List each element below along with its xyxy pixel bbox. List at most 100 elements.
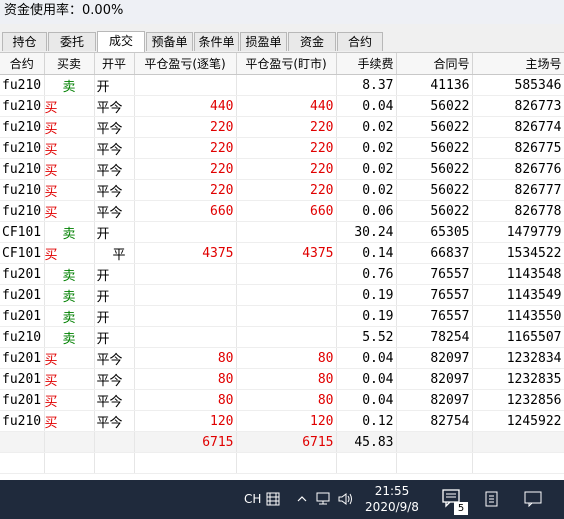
col-header-contract-no[interactable]: 合同号 xyxy=(396,53,473,75)
table-row[interactable]: fu201 卖开 0.19 76557 1143549 xyxy=(0,284,564,306)
volume-icon[interactable] xyxy=(338,491,354,510)
totals-cell-match-no xyxy=(472,431,564,453)
cell-contract-no: 82754 xyxy=(396,410,473,432)
cell-pnl-mark: 80 xyxy=(236,389,337,411)
cell-contract: fu210 xyxy=(0,158,45,180)
tab-preorders[interactable]: 预备单 xyxy=(146,32,193,51)
cell-side: 卖 xyxy=(44,74,95,96)
tab-stop-orders[interactable]: 损盈单 xyxy=(240,32,287,51)
cell-contract-no: 56022 xyxy=(396,137,473,159)
cell-pnl-trade: 660 xyxy=(134,200,237,222)
cell-match-no: 1143549 xyxy=(472,284,564,306)
empty-cell xyxy=(236,452,337,474)
cell-match-no: 1479779 xyxy=(472,221,564,243)
table-row[interactable]: fu210 买平今 120 120 0.12 82754 1245922 xyxy=(0,410,564,432)
cell-side: 买 xyxy=(44,200,95,222)
cell-pnl-trade: 120 xyxy=(134,410,237,432)
cell-match-no: 826778 xyxy=(472,200,564,222)
cell-open-close: 平 xyxy=(94,242,135,264)
cell-contract-no: 82097 xyxy=(396,347,473,369)
cell-open-close: 平今 xyxy=(94,410,135,432)
chevron-up-icon[interactable] xyxy=(296,491,308,510)
fund-usage-label: 资金使用率： xyxy=(4,3,83,18)
cell-pnl-trade: 220 xyxy=(134,116,237,138)
cell-match-no: 1232834 xyxy=(472,347,564,369)
table-row[interactable]: fu210 买平今 220 220 0.02 56022 826775 xyxy=(0,137,564,159)
cell-contract: fu201 xyxy=(0,305,45,327)
table-row[interactable]: fu210 买平今 220 220 0.02 56022 826774 xyxy=(0,116,564,138)
cell-pnl-trade: 440 xyxy=(134,95,237,117)
total-pnl-trade: 6715 xyxy=(134,431,237,453)
cell-pnl-mark xyxy=(236,221,337,243)
cell-contract-no: 78254 xyxy=(396,326,473,348)
notes-icon[interactable] xyxy=(484,491,500,511)
table-row[interactable]: fu210 卖开 8.37 41136 585346 xyxy=(0,74,564,96)
table-row[interactable]: CF101 买平 4375 4375 0.14 66837 1534522 xyxy=(0,242,564,264)
cell-fee: 0.06 xyxy=(336,200,397,222)
empty-cell xyxy=(44,452,95,474)
cell-fee: 0.12 xyxy=(336,410,397,432)
totals-cell-open-close xyxy=(94,431,135,453)
cell-open-close: 平今 xyxy=(94,158,135,180)
table-row[interactable]: fu210 买平今 440 440 0.04 56022 826773 xyxy=(0,95,564,117)
cell-fee: 0.19 xyxy=(336,305,397,327)
cell-side: 买 xyxy=(44,389,95,411)
table-row[interactable]: fu201 买平今 80 80 0.04 82097 1232834 xyxy=(0,347,564,369)
cell-side: 买 xyxy=(44,95,95,117)
empty-cell xyxy=(0,452,45,474)
cell-contract: fu201 xyxy=(0,263,45,285)
table-row[interactable]: fu210 买平今 220 220 0.02 56022 826777 xyxy=(0,179,564,201)
cell-open-close: 开 xyxy=(94,305,135,327)
cell-fee: 0.02 xyxy=(336,158,397,180)
table-row[interactable]: fu201 买平今 80 80 0.04 82097 1232835 xyxy=(0,368,564,390)
tab-trades[interactable]: 成交 xyxy=(97,31,145,52)
trades-table: 合约 买卖 开平 平仓盈亏(逐笔) 平仓盈亏(盯市) 手续费 合同号 主场号 f… xyxy=(0,53,564,474)
ime-indicator[interactable]: CH xyxy=(244,480,261,519)
col-header-match-no[interactable]: 主场号 xyxy=(472,53,564,75)
tab-conditional-orders[interactable]: 条件单 xyxy=(194,32,239,51)
table-row[interactable]: fu201 买平今 80 80 0.04 82097 1232856 xyxy=(0,389,564,411)
table-row[interactable]: fu210 卖开 5.52 78254 1165507 xyxy=(0,326,564,348)
clock-date: 2020/9/8 xyxy=(365,500,419,514)
tab-contracts[interactable]: 合约 xyxy=(337,32,383,51)
network-icon[interactable] xyxy=(316,491,332,510)
cell-match-no: 1165507 xyxy=(472,326,564,348)
cell-contract: fu201 xyxy=(0,284,45,306)
cell-pnl-mark: 80 xyxy=(236,368,337,390)
cell-contract: fu210 xyxy=(0,74,45,96)
tab-funds[interactable]: 资金 xyxy=(288,32,336,51)
empty-cell xyxy=(396,452,473,474)
table-row[interactable]: fu201 卖开 0.76 76557 1143548 xyxy=(0,263,564,285)
system-clock[interactable]: 21:55 2020/9/8 xyxy=(360,483,424,515)
cell-open-close: 开 xyxy=(94,284,135,306)
cell-contract-no: 56022 xyxy=(396,200,473,222)
cell-match-no: 1534522 xyxy=(472,242,564,264)
cell-pnl-trade: 80 xyxy=(134,368,237,390)
cell-side: 买 xyxy=(44,179,95,201)
cell-contract: fu210 xyxy=(0,326,45,348)
col-header-side[interactable]: 买卖 xyxy=(44,53,95,75)
cell-fee: 0.76 xyxy=(336,263,397,285)
col-header-open-close[interactable]: 开平 xyxy=(94,53,135,75)
col-header-pnl-trade[interactable]: 平仓盈亏(逐笔) xyxy=(134,53,237,75)
col-header-fee[interactable]: 手续费 xyxy=(336,53,397,75)
table-row[interactable]: fu210 买平今 660 660 0.06 56022 826778 xyxy=(0,200,564,222)
totals-cell-contract-no xyxy=(396,431,473,453)
tab-orders[interactable]: 委托 xyxy=(48,32,96,51)
cell-contract-no: 65305 xyxy=(396,221,473,243)
cell-pnl-trade: 80 xyxy=(134,389,237,411)
cell-contract-no: 56022 xyxy=(396,95,473,117)
table-row[interactable]: CF101 卖开 30.24 65305 1479779 xyxy=(0,221,564,243)
cell-pnl-mark: 120 xyxy=(236,410,337,432)
empty-cell xyxy=(472,452,564,474)
cell-pnl-trade xyxy=(134,326,237,348)
cell-fee: 0.02 xyxy=(336,179,397,201)
action-center-icon[interactable] xyxy=(524,491,542,511)
keyboard-layout-icon[interactable] xyxy=(266,491,280,510)
table-header-row: 合约 买卖 开平 平仓盈亏(逐笔) 平仓盈亏(盯市) 手续费 合同号 主场号 xyxy=(0,53,564,75)
col-header-contract[interactable]: 合约 xyxy=(0,53,45,75)
tab-positions[interactable]: 持仓 xyxy=(2,32,47,51)
col-header-pnl-mark[interactable]: 平仓盈亏(盯市) xyxy=(236,53,337,75)
table-row[interactable]: fu201 卖开 0.19 76557 1143550 xyxy=(0,305,564,327)
table-row[interactable]: fu210 买平今 220 220 0.02 56022 826776 xyxy=(0,158,564,180)
